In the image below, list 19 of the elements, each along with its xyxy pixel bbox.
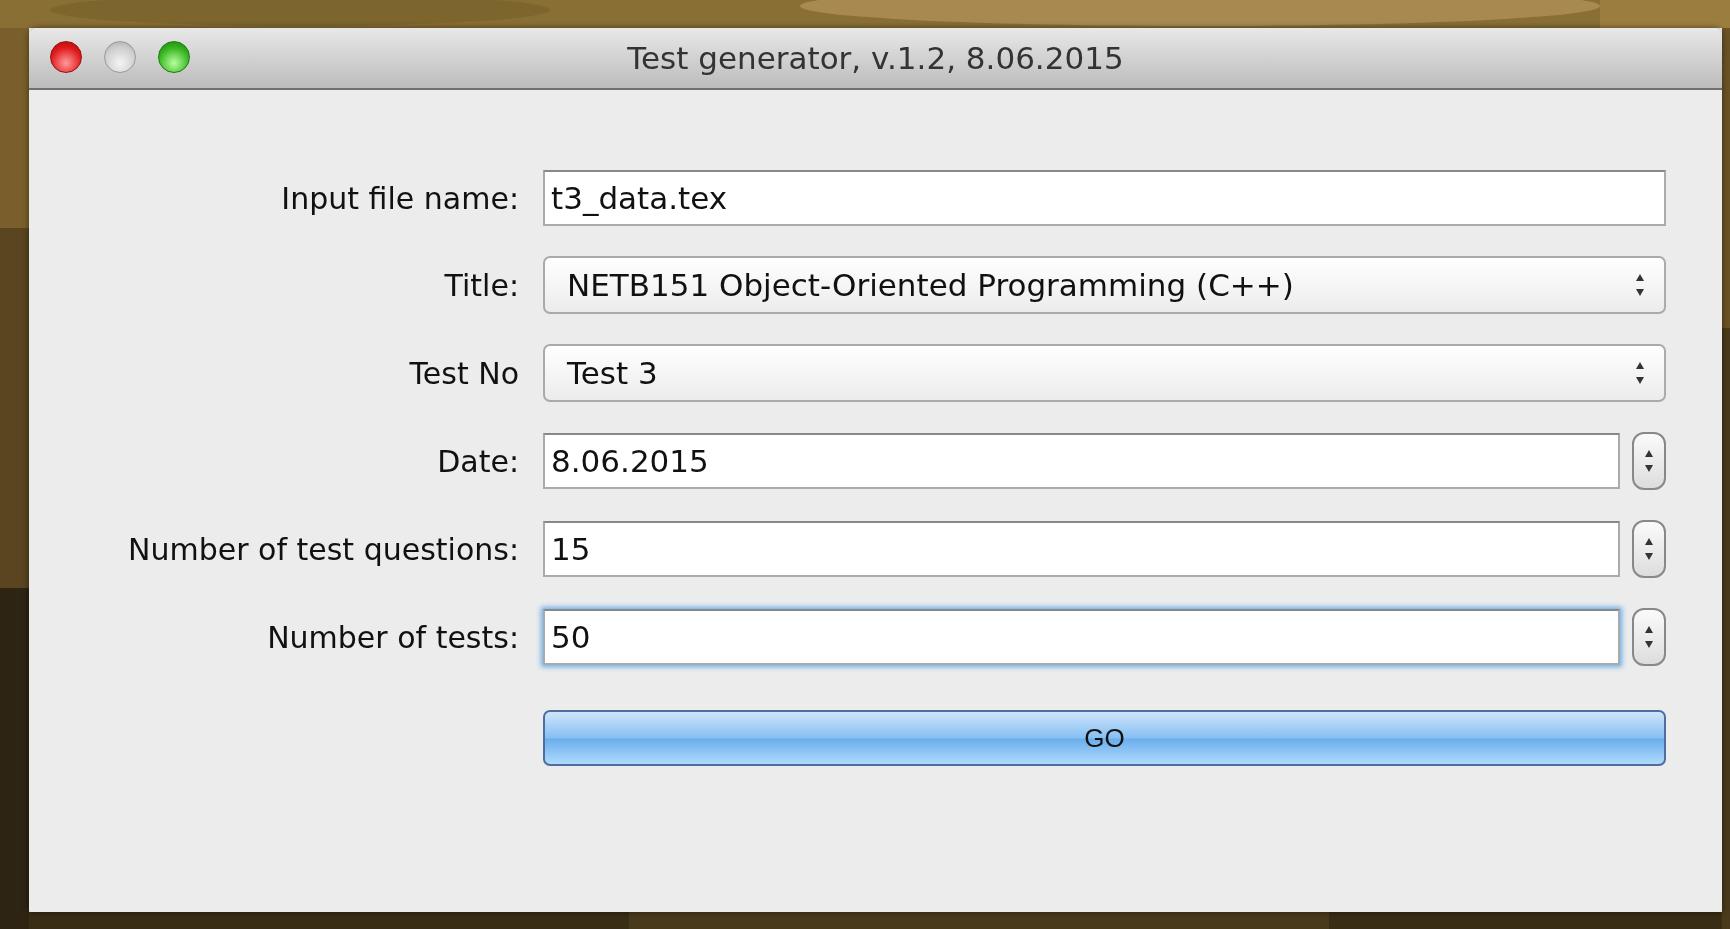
stepper[interactable] (1632, 432, 1666, 490)
field-label: Number of test questions: (127, 531, 520, 567)
field-label: Date: (436, 443, 520, 479)
close-button[interactable] (50, 41, 82, 73)
dropdown[interactable]: Test 3 (543, 344, 1666, 402)
stepper[interactable] (1632, 520, 1666, 578)
field-label: Number of tests: (266, 619, 520, 655)
input-field[interactable]: t3_data.tex (543, 170, 1666, 226)
field-label: Input file name: (280, 180, 520, 216)
window-title: Test generator, v.1.2, 8.06.2015 (627, 40, 1124, 76)
input-field[interactable]: 15 (543, 521, 1620, 577)
go-button[interactable]: GO (543, 710, 1666, 766)
dropdown[interactable]: NETB151 Object-Oriented Programming (C++) (543, 256, 1666, 314)
input-field[interactable]: 50 (543, 609, 1620, 665)
zoom-button[interactable] (158, 41, 190, 73)
stepper[interactable] (1632, 608, 1666, 666)
field-label: Test No (408, 355, 520, 391)
field-label: Title: (443, 267, 520, 303)
input-field[interactable]: 8.06.2015 (543, 433, 1620, 489)
